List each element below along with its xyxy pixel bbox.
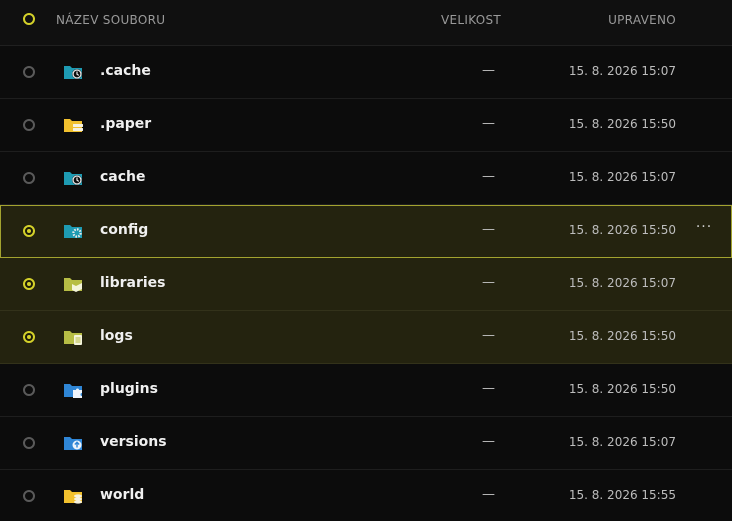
file-modified: 15. 8. 2026 15:50 (568, 382, 676, 396)
file-size: — (482, 222, 495, 237)
file-modified: 15. 8. 2026 15:07 (568, 276, 676, 290)
row-checkbox[interactable] (23, 225, 35, 237)
folder-coins-icon (64, 490, 82, 504)
folder-upload-icon (64, 437, 82, 450)
more-options-icon[interactable]: ··· (694, 219, 714, 241)
file-size: — (482, 63, 495, 78)
file-modified: 15. 8. 2026 15:07 (568, 64, 676, 78)
file-size: — (482, 116, 495, 131)
file-modified: 15. 8. 2026 15:07 (568, 170, 676, 184)
column-header-modified[interactable]: UPRAVENO (608, 13, 676, 27)
folder-stack-icon (64, 119, 83, 132)
file-name: .cache (100, 63, 151, 79)
row-checkbox[interactable] (23, 384, 35, 396)
file-table: NÁZEV SOUBORU VELIKOST UPRAVENO .cache —… (0, 0, 732, 521)
folder-puzzle-icon (64, 384, 82, 398)
file-size: — (482, 275, 495, 290)
file-name: cache (100, 169, 146, 185)
file-name: versions (100, 434, 167, 450)
folder-book-icon (64, 278, 82, 292)
row-checkbox[interactable] (23, 490, 35, 502)
table-row[interactable]: versions — 15. 8. 2026 15:07 (0, 417, 732, 470)
file-name: world (100, 487, 145, 503)
table-row[interactable]: .paper — 15. 8. 2026 15:50 (0, 99, 732, 152)
table-header: NÁZEV SOUBORU VELIKOST UPRAVENO (0, 0, 732, 46)
file-modified: 15. 8. 2026 15:07 (568, 435, 676, 449)
file-size: — (482, 487, 495, 502)
file-size: — (482, 434, 495, 449)
file-name: plugins (100, 381, 158, 397)
file-modified: 15. 8. 2026 15:50 (568, 223, 676, 237)
table-row[interactable]: cache — 15. 8. 2026 15:07 (0, 152, 732, 205)
table-row[interactable]: config — 15. 8. 2026 15:50 ··· (0, 205, 732, 258)
file-name: .paper (100, 116, 152, 132)
file-modified: 15. 8. 2026 15:50 (568, 329, 676, 343)
table-row[interactable]: logs — 15. 8. 2026 15:50 (0, 311, 732, 364)
row-checkbox[interactable] (23, 278, 35, 290)
row-checkbox[interactable] (23, 437, 35, 449)
file-modified: 15. 8. 2026 15:55 (568, 488, 676, 502)
file-name: config (100, 222, 149, 238)
folder-gear-icon (64, 225, 82, 238)
table-row[interactable]: plugins — 15. 8. 2026 15:50 (0, 364, 732, 417)
row-checkbox[interactable] (23, 172, 35, 184)
file-size: — (482, 328, 495, 343)
column-header-size[interactable]: VELIKOST (441, 13, 501, 27)
file-modified: 15. 8. 2026 15:50 (568, 117, 676, 131)
file-size: — (482, 169, 495, 184)
file-name: logs (100, 328, 133, 344)
file-size: — (482, 381, 495, 396)
select-all-checkbox[interactable] (23, 13, 35, 25)
folder-doc-icon (64, 331, 82, 345)
folder-clock-icon (64, 66, 82, 79)
file-name: libraries (100, 275, 166, 291)
table-row[interactable]: libraries — 15. 8. 2026 15:07 (0, 258, 732, 311)
row-checkbox[interactable] (23, 331, 35, 343)
folder-clock-icon (64, 172, 82, 185)
table-row[interactable]: world — 15. 8. 2026 15:55 (0, 470, 732, 521)
row-checkbox[interactable] (23, 66, 35, 78)
row-checkbox[interactable] (23, 119, 35, 131)
table-row[interactable]: .cache — 15. 8. 2026 15:07 (0, 46, 732, 99)
column-header-name[interactable]: NÁZEV SOUBORU (56, 13, 165, 27)
